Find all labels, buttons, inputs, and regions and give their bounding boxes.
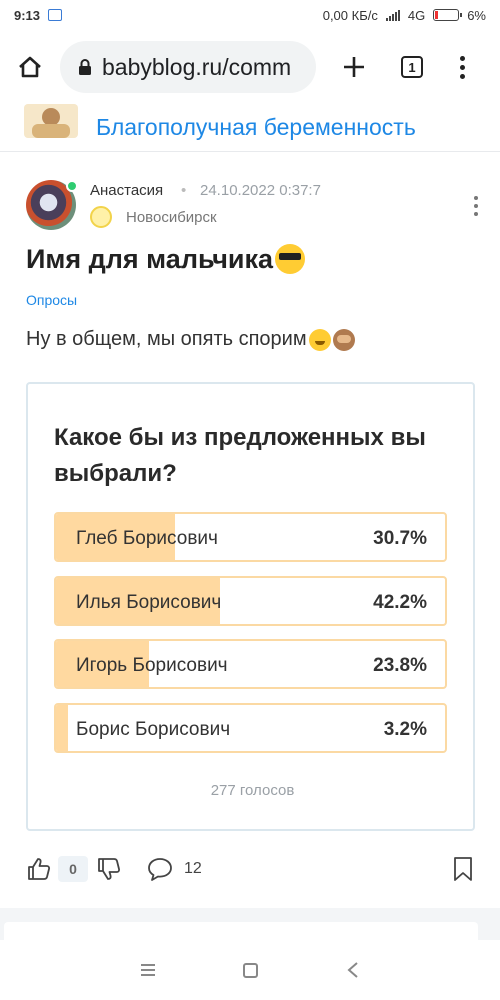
thumbs-down-icon — [98, 858, 121, 880]
poll-option-label: Игорь Борисович — [76, 655, 228, 676]
notification-icon — [48, 9, 63, 21]
tab-count: 1 — [401, 56, 423, 78]
community-name[interactable]: Благополучная беременность — [96, 114, 416, 141]
post-card: Анастасия • 24.10.2022 0:37:7 Новосибирс… — [0, 152, 500, 902]
poll-option-fill — [56, 705, 69, 751]
poll-option-label: Борис Борисович — [76, 719, 231, 740]
dislike-button[interactable] — [96, 856, 122, 887]
like-count: 0 — [58, 856, 88, 882]
poll-option-label: Глеб Борисович — [76, 528, 218, 549]
post-actions: 0 12 — [26, 852, 474, 888]
meta-separator: • — [181, 182, 187, 199]
community-header[interactable]: Благополучная беременность — [0, 103, 500, 152]
status-time: 9:13 — [14, 7, 41, 23]
poll-option-percent: 3.2% — [383, 719, 427, 740]
post-date: 24.10.2022 0:37:7 — [200, 182, 321, 199]
poll-option[interactable]: Глеб Борисович 30.7% — [54, 512, 447, 562]
back-icon[interactable] — [346, 961, 360, 979]
bookmark-icon — [454, 857, 472, 881]
browser-menu-button[interactable] — [432, 30, 492, 104]
poll-votes-count: 277 голосов — [210, 782, 295, 799]
online-indicator — [66, 180, 78, 192]
new-tab-button[interactable] — [316, 30, 392, 104]
net-speed: 0,00 КБ/с — [322, 7, 378, 23]
post-title-text: Имя для мальчика — [26, 244, 273, 274]
post-title: Имя для мальчика — [26, 243, 305, 276]
post-category[interactable]: Опросы — [26, 292, 77, 308]
poll-question: Какое бы из предложенных вы выбрали? — [54, 424, 426, 487]
url-text: babyblog.ru/comm — [102, 53, 292, 80]
bookmark-button[interactable] — [452, 856, 474, 887]
lock-icon — [79, 59, 91, 75]
poll-option[interactable]: Борис Борисович 3.2% — [54, 703, 447, 753]
community-logo — [24, 103, 78, 138]
system-nav-bar — [0, 940, 500, 1000]
post-text-content: Ну в общем, мы опять спорим — [26, 328, 307, 350]
like-button[interactable] — [26, 856, 52, 887]
home-nav-button[interactable] — [242, 962, 258, 978]
thumbs-up-icon — [28, 858, 51, 880]
post-author-block: Анастасия • 24.10.2022 0:37:7 Новосибирс… — [26, 180, 478, 230]
city-icon — [90, 206, 112, 228]
poll-option-percent: 23.8% — [373, 655, 427, 676]
poll-option-percent: 30.7% — [373, 528, 427, 549]
comment-count: 12 — [184, 860, 202, 877]
battery-percent: 6% — [467, 7, 486, 23]
poll-option[interactable]: Илья Борисович 42.2% — [54, 576, 447, 626]
status-bar: 9:13 0,00 КБ/с 4G 6% — [0, 0, 500, 30]
comment-icon — [148, 858, 172, 881]
sweat-smile-emoji-icon — [308, 328, 331, 351]
home-button[interactable] — [0, 30, 60, 104]
poll-option-percent: 42.2% — [373, 592, 427, 613]
recent-apps-button[interactable] — [140, 964, 155, 976]
sunglasses-emoji-icon — [275, 243, 305, 274]
post-text: Ну в общем, мы опять спорим — [26, 328, 355, 351]
poll-option-label: Илья Борисович — [76, 592, 222, 613]
poll: Какое бы из предложенных вы выбрали? Гле… — [26, 382, 475, 831]
plus-icon — [344, 57, 364, 77]
see-no-evil-monkey-emoji-icon — [332, 328, 355, 351]
comments-button[interactable] — [146, 856, 174, 887]
poll-option[interactable]: Игорь Борисович 23.8% — [54, 639, 447, 689]
author-name[interactable]: Анастасия — [90, 182, 163, 199]
signal-icon — [385, 9, 400, 21]
address-bar[interactable]: babyblog.ru/comm — [60, 41, 316, 93]
browser-toolbar: babyblog.ru/comm 1 — [0, 30, 500, 104]
author-city: Новосибирск — [126, 209, 217, 226]
home-icon — [19, 56, 41, 78]
network-type: 4G — [407, 7, 426, 23]
post-menu-button[interactable] — [466, 196, 486, 220]
tab-switcher-button[interactable]: 1 — [392, 30, 432, 104]
battery-icon — [433, 9, 463, 21]
